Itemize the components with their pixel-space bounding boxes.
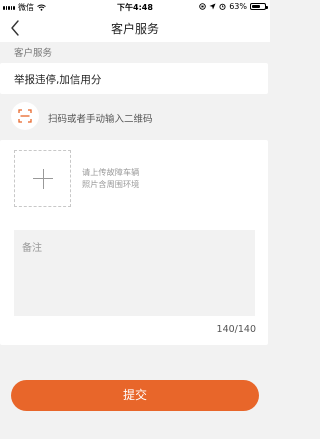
- upload-hint-line1: 请上传故障车辆: [82, 167, 140, 177]
- battery-percent: 63%: [229, 2, 247, 11]
- plus-icon-vertical: [42, 169, 44, 189]
- section-label: 客户服务: [14, 48, 53, 59]
- scan-label: 扫码或者手动输入二维码: [48, 114, 153, 125]
- upload-hint: 请上传故障车辆 照片含周围环境: [82, 166, 139, 190]
- notes-textarea[interactable]: [14, 230, 255, 316]
- report-type-selector[interactable]: 举报违停,加信用分: [0, 63, 268, 94]
- battery-level-fill: [252, 5, 260, 8]
- rotation-lock-icon: [199, 3, 206, 10]
- upload-hint-line2: 照片含周围环境: [82, 179, 140, 189]
- report-details-card: 请上传故障车辆 照片含周围环境 140/140: [0, 140, 268, 345]
- status-right: 63%: [199, 2, 268, 11]
- photo-upload-button[interactable]: [14, 150, 71, 207]
- report-type-label: 举报违停,加信用分: [14, 74, 102, 86]
- page-title: 客户服务: [110, 22, 159, 36]
- status-bar: 微信 下午4:48 63%: [0, 0, 270, 14]
- navigation-bar: 客户服务: [0, 14, 270, 42]
- scan-frame-icon: [11, 102, 39, 130]
- battery-icon: [250, 3, 268, 10]
- submit-button[interactable]: 提交: [11, 380, 259, 411]
- scan-qr-button[interactable]: 扫码或者手动输入二维码: [0, 100, 268, 133]
- alarm-icon: [219, 3, 226, 10]
- location-arrow-icon: [209, 3, 216, 10]
- char-count: 140/140: [216, 324, 256, 335]
